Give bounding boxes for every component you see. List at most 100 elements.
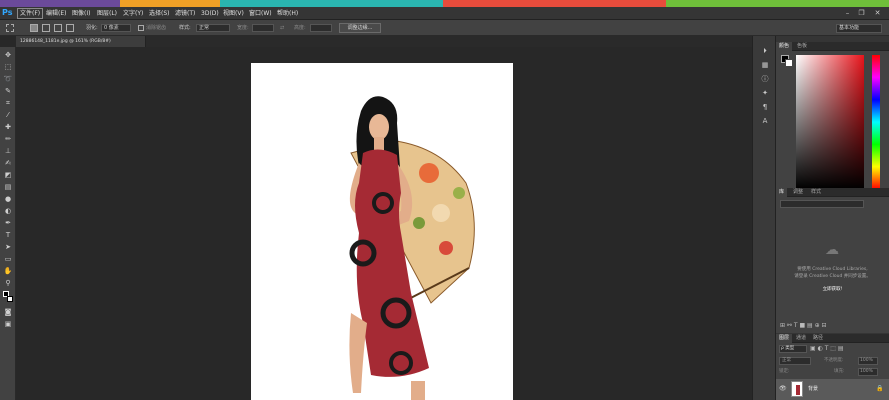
- hue-slider[interactable]: [872, 55, 880, 189]
- menu-help[interactable]: 帮助(H): [275, 8, 300, 19]
- screen-mode-icon[interactable]: ▣: [3, 319, 13, 329]
- brush-icon[interactable]: ✏: [3, 134, 13, 144]
- minimize-button[interactable]: –: [843, 9, 852, 18]
- zoom-icon[interactable]: ⚲: [3, 278, 13, 288]
- antialias-checkbox[interactable]: [138, 25, 144, 31]
- shape-icon[interactable]: ▭: [3, 254, 13, 264]
- add-selection-icon[interactable]: [42, 24, 50, 32]
- info-panel-icon[interactable]: ⓘ: [760, 74, 770, 84]
- path-select-icon[interactable]: ➤: [3, 242, 13, 252]
- layer-filter-icons: ▣ ◐ T ⬚ ▤: [810, 345, 844, 352]
- document-tab[interactable]: 12886148_1181e.jpg @ 161% (RGB/8#): [16, 36, 146, 47]
- eyedropper-icon[interactable]: ⁄: [3, 110, 13, 120]
- options-bar: 羽化: 0 像素 消除锯齿 样式: 正常 宽度: ⇄ 高度: 调整边缘...: [0, 20, 889, 36]
- workspace-select[interactable]: 基本功能: [836, 24, 882, 33]
- menu-edit[interactable]: 编辑(E): [44, 8, 68, 19]
- brand-color-segment: [220, 0, 443, 7]
- layer-thumbnail: [791, 381, 803, 397]
- marquee-preset-icon[interactable]: [6, 24, 14, 32]
- color-panel-tabs: 颜色 色板: [776, 42, 889, 51]
- background-color-swatch[interactable]: [7, 296, 13, 302]
- type-icon[interactable]: T: [3, 230, 13, 240]
- brush-panel-icon[interactable]: ✦: [760, 88, 770, 98]
- tab-swatches[interactable]: 色板: [794, 42, 810, 51]
- style-select[interactable]: 正常: [196, 24, 230, 32]
- intersect-selection-icon[interactable]: [66, 24, 74, 32]
- fan-leaf-2: [453, 187, 465, 199]
- toolbox: ✥ ⬚ ➰ ✎ ⌗ ⁄ ✚ ✏ ⊥ ✍ ◩ ▤ ● ◐ ✒ T ➤ ▭ ✋ ⚲ …: [0, 47, 16, 400]
- tab-paths[interactable]: 路径: [810, 334, 826, 343]
- menu-layer[interactable]: 图层(L): [95, 8, 119, 19]
- menu-file[interactable]: 文件(F): [17, 8, 44, 19]
- new-selection-icon[interactable]: [30, 24, 38, 32]
- layers-panel-tabs: 图层 通道 路径: [776, 334, 889, 343]
- blend-mode-select[interactable]: 正常: [779, 357, 811, 365]
- close-button[interactable]: ✕: [873, 9, 882, 18]
- fill-input[interactable]: 100%: [858, 368, 878, 376]
- healing-icon[interactable]: ✚: [3, 122, 13, 132]
- height-input[interactable]: [310, 24, 332, 32]
- style-label: 样式:: [179, 25, 191, 31]
- tab-channels[interactable]: 通道: [793, 334, 809, 343]
- menu-type[interactable]: 文字(Y): [121, 8, 145, 19]
- fill-label: 填充:: [834, 369, 845, 374]
- layer-row-background[interactable]: 👁 背景 🔒: [776, 379, 889, 400]
- lasso-icon[interactable]: ➰: [3, 74, 13, 84]
- tab-libraries[interactable]: 库: [776, 188, 788, 197]
- menu-select[interactable]: 选择(S): [147, 8, 172, 19]
- restore-button[interactable]: ❐: [857, 9, 866, 18]
- quick-select-icon[interactable]: ✎: [3, 86, 13, 96]
- swap-icon[interactable]: ⇄: [280, 20, 284, 36]
- stamp-icon[interactable]: ⊥: [3, 146, 13, 156]
- feather-label: 羽化:: [86, 25, 98, 31]
- feather-input[interactable]: 0 像素: [101, 24, 131, 32]
- pen-icon[interactable]: ✒: [3, 218, 13, 228]
- library-select[interactable]: [780, 200, 864, 208]
- paragraph-panel-icon[interactable]: ¶: [760, 102, 770, 112]
- color-field[interactable]: [796, 55, 864, 189]
- properties-panel-icon[interactable]: ▦: [760, 60, 770, 70]
- menu-filter[interactable]: 滤镜(T): [173, 8, 197, 19]
- brand-color-segment: [666, 0, 889, 7]
- refine-edge-button[interactable]: 调整边缘...: [339, 23, 381, 33]
- menu-3d[interactable]: 3D(D): [199, 8, 221, 19]
- tab-adjustments[interactable]: 调整: [790, 188, 806, 197]
- quick-mask-icon[interactable]: ◙: [3, 307, 13, 317]
- width-input[interactable]: [252, 24, 274, 32]
- layers-panel: ρ 类型 ▣ ◐ T ⬚ ▤ 正常 不透明度: 100% 锁定: 填充: 100…: [776, 343, 889, 400]
- menu-window[interactable]: 窗口(W): [247, 8, 274, 19]
- opacity-input[interactable]: 100%: [858, 357, 878, 365]
- dodge-icon[interactable]: ◐: [3, 206, 13, 216]
- neck-shape: [374, 137, 384, 151]
- menu-view[interactable]: 视图(V): [221, 8, 246, 19]
- tab-layers[interactable]: 图层: [776, 334, 793, 343]
- library-message-line-2: 请登录 Creative Cloud 并同步设置。: [794, 274, 871, 279]
- hand-icon[interactable]: ✋: [3, 266, 13, 276]
- subtract-selection-icon[interactable]: [54, 24, 62, 32]
- library-get-link[interactable]: 立即获取!: [776, 286, 889, 292]
- library-panel-tabs: 库 调整 样式: [776, 188, 889, 197]
- right-panels: 颜色 色板 库 调整 样式 ☁ 要使用 Creative Cloud Libra…: [776, 36, 889, 400]
- character-panel-icon[interactable]: A: [760, 116, 770, 126]
- history-brush-icon[interactable]: ✍: [3, 158, 13, 168]
- blur-icon[interactable]: ●: [3, 194, 13, 204]
- background-swatch[interactable]: [785, 59, 793, 67]
- tab-styles[interactable]: 样式: [808, 188, 824, 197]
- crop-icon[interactable]: ⌗: [3, 98, 13, 108]
- layer-kind-filter[interactable]: ρ 类型: [779, 345, 807, 353]
- eraser-icon[interactable]: ◩: [3, 170, 13, 180]
- height-label: 高度:: [294, 25, 306, 31]
- marquee-icon[interactable]: ⬚: [3, 62, 13, 72]
- leg-shape-2: [411, 381, 425, 400]
- library-panel: ☁ 要使用 Creative Cloud Libraries, 请登录 Crea…: [776, 197, 889, 333]
- photo-woman-with-fan: [349, 96, 475, 400]
- move-icon[interactable]: ✥: [3, 50, 13, 60]
- gradient-icon[interactable]: ▤: [3, 182, 13, 192]
- document-canvas[interactable]: [251, 63, 513, 400]
- tab-color[interactable]: 颜色: [776, 42, 793, 51]
- menu-bar: Ps 文件(F) 编辑(E) 图像(I) 图层(L) 文字(Y) 选择(S) 滤…: [0, 7, 889, 20]
- eye-icon[interactable]: 👁: [779, 385, 787, 393]
- history-panel-icon[interactable]: ⏵: [760, 46, 770, 56]
- menu-image[interactable]: 图像(I): [70, 8, 92, 19]
- brand-color-bar: [0, 0, 889, 7]
